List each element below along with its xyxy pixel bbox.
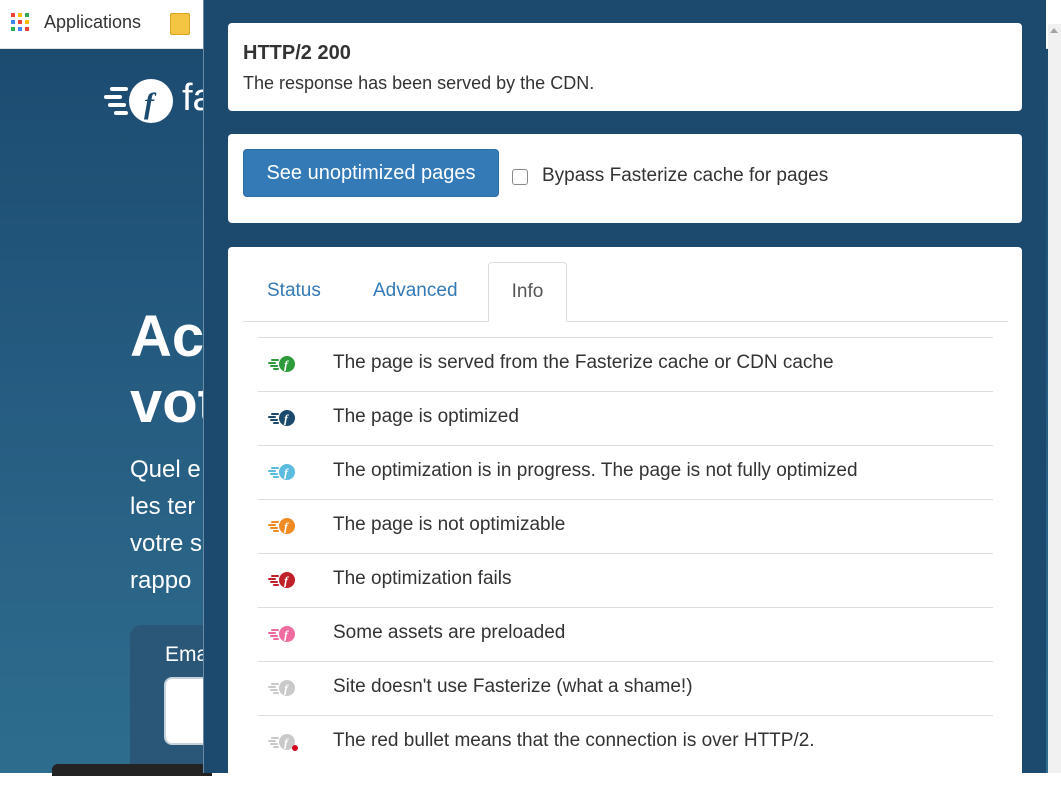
legend-text: The page is not optimizable xyxy=(333,514,566,535)
legend-text: The red bullet means that the connection… xyxy=(333,730,815,751)
email-label: Ema xyxy=(165,643,209,666)
fasterize-grey-icon: f xyxy=(268,680,295,696)
bypass-cache-checkbox[interactable] xyxy=(512,169,528,185)
legend-item: f The optimization is in progress. The pa… xyxy=(258,445,993,499)
http-status-code: HTTP/2 200 xyxy=(243,42,351,64)
chat-widget-tab[interactable] xyxy=(52,764,212,776)
see-unoptimized-pages-button[interactable]: See unoptimized pages xyxy=(243,149,499,197)
legend-text: The page is served from the Fasterize ca… xyxy=(333,352,834,373)
fasterize-pink-icon: f xyxy=(268,626,295,642)
bookmark-folder-icon[interactable] xyxy=(170,13,190,35)
fasterize-lightblue-icon: f xyxy=(268,464,295,480)
fasterize-orange-icon: f xyxy=(268,518,295,534)
legend-text: The optimization fails xyxy=(333,568,512,589)
legend-item: f The optimization fails xyxy=(258,553,993,607)
legend-text: Site doesn't use Fasterize (what a shame… xyxy=(333,676,693,697)
status-panel: HTTP/2 200 The response has been served … xyxy=(228,23,1022,111)
legend-item: f The page is optimized xyxy=(258,391,993,445)
scroll-up-arrow-icon[interactable] xyxy=(1050,28,1058,33)
tab-bar: Status Advanced Info xyxy=(243,262,1008,322)
page-scrollbar[interactable] xyxy=(1048,24,1061,773)
fasterize-grey-reddot-icon: f xyxy=(268,734,298,751)
legend-item: f The page is served from the Fasterize c… xyxy=(258,337,993,391)
legend-text: The page is optimized xyxy=(333,406,519,427)
icon-legend-list: f The page is served from the Fasterize c… xyxy=(258,337,993,769)
fasterize-navy-icon: f xyxy=(268,410,295,426)
extension-popup: HTTP/2 200 The response has been served … xyxy=(203,0,1046,787)
legend-text: The optimization is in progress. The pag… xyxy=(333,460,858,481)
legend-item: f The red bullet means that the connectio… xyxy=(258,715,993,769)
bookmark-applications-link[interactable]: Applications xyxy=(44,12,141,33)
info-panel: Status Advanced Info f The page is served… xyxy=(228,247,1022,787)
fasterize-red-icon: f xyxy=(268,572,295,588)
actions-panel: See unoptimized pages Bypass Fasterize c… xyxy=(228,134,1022,223)
apps-grid-icon[interactable] xyxy=(11,13,31,33)
tab-info[interactable]: Info xyxy=(488,262,567,322)
fasterize-green-icon: f xyxy=(268,356,295,372)
legend-text: Some assets are preloaded xyxy=(333,622,566,643)
tab-advanced[interactable]: Advanced xyxy=(373,262,458,320)
legend-item: f Site doesn't use Fasterize (what a sham… xyxy=(258,661,993,715)
hero-text: Quel e les ter votre s rappo xyxy=(130,456,203,594)
tab-status[interactable]: Status xyxy=(267,262,321,320)
legend-item: f Some assets are preloaded xyxy=(258,607,993,661)
bypass-cache-label[interactable]: Bypass Fasterize cache for pages xyxy=(542,165,828,187)
status-description: The response has been served by the CDN. xyxy=(243,73,595,93)
site-logo-icon: f xyxy=(104,79,173,123)
legend-item: f The page is not optimizable xyxy=(258,499,993,553)
